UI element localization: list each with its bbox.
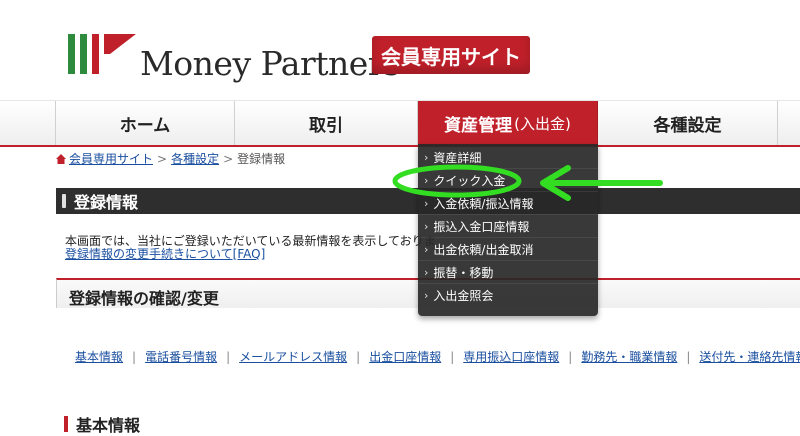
tab-separator: | <box>568 350 573 364</box>
tab-separator: | <box>450 350 455 364</box>
page-title: 登録情報 <box>74 193 139 212</box>
nav-trade[interactable]: 取引 <box>235 101 418 145</box>
nav-trade-label: 取引 <box>309 115 343 136</box>
menu-item-label: 資産詳細 <box>433 150 482 165</box>
tab-employer-info[interactable]: 勤務先・職業情報 <box>581 350 677 364</box>
menu-item-label: 振込入金口座情報 <box>433 219 530 234</box>
chevron-right-icon: › <box>424 265 429 279</box>
nav-settings[interactable]: 各種設定 <box>598 101 778 145</box>
menu-item-transfer-move[interactable]: › 振替・移動 <box>418 261 598 284</box>
breadcrumb-current: 登録情報 <box>237 152 286 166</box>
nav-settings-label: 各種設定 <box>653 115 722 136</box>
breadcrumb-settings[interactable]: 各種設定 <box>171 152 219 166</box>
sub-heading-label: 基本情報 <box>76 416 141 435</box>
breadcrumb-separator-icon: > <box>157 152 168 166</box>
chevron-right-icon: › <box>424 289 429 302</box>
nav-asset-management[interactable]: 資産管理 (入出金) <box>418 101 598 145</box>
tab-mailing-contact-info[interactable]: 送付先・連絡先情報 <box>699 350 800 364</box>
info-tab-links: 基本情報 | 電話番号情報 | メールアドレス情報 | 出金口座情報 | 専用振込口座情報 | 勤務… <box>75 348 800 365</box>
menu-item-transfer-account-info[interactable]: › 振込入金口座情報 <box>418 215 598 238</box>
nav-home-label: ホーム <box>119 115 171 136</box>
money-partners-logo-icon <box>68 34 136 74</box>
chevron-right-icon: › <box>424 173 429 187</box>
chevron-right-icon: › <box>424 219 429 233</box>
title-accent-icon <box>62 194 66 208</box>
tab-separator: | <box>686 350 691 364</box>
menu-item-withdrawal-request[interactable]: › 出金依頼/出金取消 <box>418 238 598 261</box>
member-site-badge: 会員専用サイト <box>372 36 530 74</box>
menu-item-label: 入金依頼/振込情報 <box>433 196 534 211</box>
brand-name: Money Partners <box>140 44 400 83</box>
tab-phone-info[interactable]: 電話番号情報 <box>145 350 217 364</box>
chevron-right-icon: › <box>424 242 429 256</box>
menu-item-deposit-withdrawal-inquiry[interactable]: › 入出金照会 <box>418 284 598 307</box>
nav-asset-sub-label: (入出金) <box>514 114 571 133</box>
menu-item-quick-deposit[interactable]: › クイック入金 <box>418 169 598 192</box>
sub-heading: 基本情報 <box>64 412 140 436</box>
tab-separator: | <box>226 350 231 364</box>
breadcrumb: 会員専用サイト > 各種設定 > 登録情報 <box>56 150 285 167</box>
menu-item-label: 出金依頼/出金取消 <box>433 242 534 257</box>
faq-link[interactable]: 登録情報の変更手続きについて[FAQ] <box>65 245 265 262</box>
chevron-right-icon: › <box>424 150 429 164</box>
section-title: 登録情報の確認/変更 <box>69 289 219 308</box>
breadcrumb-member-site[interactable]: 会員専用サイト <box>69 152 153 166</box>
menu-item-deposit-request[interactable]: › 入金依頼/振込情報 <box>418 192 598 215</box>
global-nav: ホーム 取引 資産管理 (入出金) 各種設定 <box>0 100 800 147</box>
nav-asset-label: 資産管理 <box>444 115 513 136</box>
chevron-right-icon: › <box>424 196 429 210</box>
menu-item-label: クイック入金 <box>433 173 506 188</box>
home-icon <box>56 154 66 164</box>
menu-item-label: 入出金照会 <box>433 289 494 303</box>
menu-item-asset-details[interactable]: › 資産詳細 <box>418 146 598 169</box>
nav-home[interactable]: ホーム <box>55 101 235 145</box>
tab-basic-info[interactable]: 基本情報 <box>75 350 123 364</box>
tab-separator: | <box>356 350 361 364</box>
asset-management-dropdown: › 資産詳細 › クイック入金 › 入金依頼/振込情報 › 振込入金口座情報 › 出金依頼… <box>418 144 598 316</box>
menu-item-label: 振替・移動 <box>433 265 494 280</box>
tab-email-info[interactable]: メールアドレス情報 <box>239 350 347 364</box>
tab-withdrawal-account[interactable]: 出金口座情報 <box>369 350 441 364</box>
tab-separator: | <box>132 350 137 364</box>
breadcrumb-separator-icon: > <box>223 152 234 166</box>
tab-dedicated-transfer-account[interactable]: 専用振込口座情報 <box>463 350 559 364</box>
